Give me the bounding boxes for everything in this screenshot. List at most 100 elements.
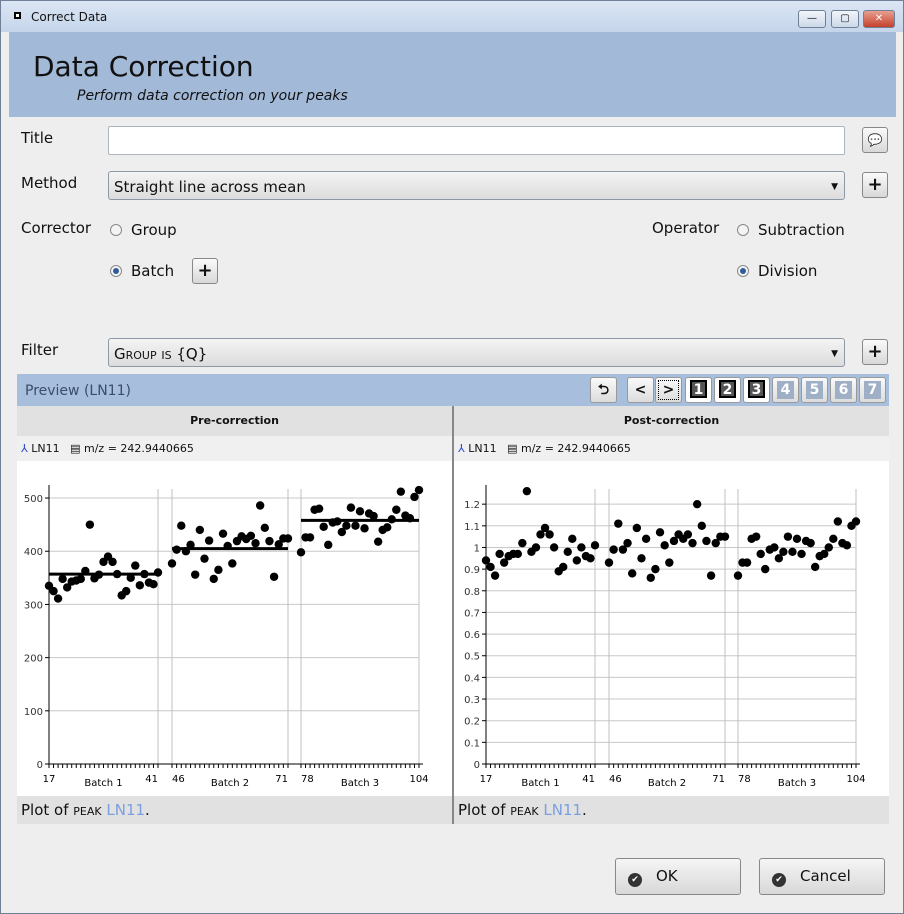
y-tick-label: 1.2 [464, 500, 480, 511]
data-point [177, 521, 186, 530]
data-point [112, 569, 122, 579]
radio-icon [737, 224, 749, 236]
data-point [314, 504, 324, 513]
panel-header: Post-correction [454, 406, 889, 436]
page-7-button[interactable]: 7 [859, 377, 886, 403]
data-point [720, 532, 730, 541]
chevron-down-icon: ▼ [831, 349, 838, 359]
data-point [126, 573, 135, 583]
data-point [76, 574, 85, 584]
data-point [414, 485, 424, 495]
data-point [333, 517, 342, 526]
data-point [246, 531, 256, 541]
data-point [251, 539, 260, 548]
x-tick-label: 78 [301, 774, 314, 785]
title-label: Title [21, 129, 54, 147]
peak-link[interactable]: LN11 [106, 801, 145, 819]
data-point [85, 520, 95, 529]
batch-label: Batch 2 [211, 778, 249, 789]
page-3-button[interactable]: 3 [743, 377, 770, 403]
data-point [490, 571, 500, 580]
maximize-button[interactable]: ▢ [831, 10, 859, 28]
add-corrector-button[interactable]: + [192, 258, 218, 284]
previous-button[interactable]: < [627, 377, 654, 403]
x-tick-label: 41 [582, 774, 595, 785]
x-tick-label: 46 [609, 774, 622, 785]
next-button[interactable]: > [655, 377, 682, 403]
peak-info: ⅄ LN11 ▤ m/z = 242.9440665 [454, 436, 889, 461]
add-method-button[interactable]: + [862, 172, 888, 198]
data-point [218, 529, 228, 538]
page-2-button[interactable]: 2 [714, 377, 741, 403]
peak-name: LN11 [31, 442, 60, 455]
data-point [108, 557, 117, 567]
data-point [204, 536, 214, 545]
page-5-button[interactable]: 5 [801, 377, 828, 403]
header-banner: Data Correction Perform data correction … [9, 32, 896, 117]
panel-header: Pre-correction [17, 406, 452, 436]
pre-correction-panel: Pre-correction ⅄ LN11 ▤ m/z = 242.944066… [17, 406, 452, 824]
data-point [351, 521, 360, 530]
data-point [761, 564, 770, 574]
y-tick-label: 0.7 [464, 608, 480, 619]
data-point [549, 543, 559, 552]
data-point [851, 517, 861, 526]
x-tick-label: 41 [145, 774, 158, 785]
corrector-radio-group[interactable]: Group [110, 221, 177, 239]
mz-icon: ▤ [507, 442, 518, 455]
peak-icon: ⅄ [458, 442, 465, 455]
preview-title: Preview (LN11) [25, 383, 131, 399]
data-point [806, 538, 815, 548]
minimize-button[interactable]: — [798, 10, 826, 28]
data-point [486, 562, 495, 572]
x-tick-label: 46 [172, 774, 185, 785]
data-point [131, 561, 140, 570]
page-6-button[interactable]: 6 [830, 377, 857, 403]
data-point [788, 547, 797, 556]
operator-radio-subtraction[interactable]: Subtraction [737, 221, 845, 239]
data-point [94, 570, 104, 579]
add-filter-button[interactable]: + [862, 339, 888, 365]
radio-selected-icon [110, 265, 122, 277]
close-button[interactable]: ✕ [863, 10, 895, 28]
data-point [683, 530, 693, 539]
data-point [149, 580, 158, 589]
title-input[interactable] [108, 126, 845, 155]
post-correction-panel: Post-correction ⅄ LN11 ▤ m/z = 242.94406… [454, 406, 889, 824]
radio-label: Subtraction [758, 221, 845, 239]
data-point [751, 532, 761, 541]
mz-value: m/z = 242.9440665 [84, 442, 194, 455]
page-4-button[interactable]: 4 [772, 377, 799, 403]
data-point [228, 559, 237, 568]
preview-toolbar: Preview (LN11) ⮌ < > 1 2 3 4 5 6 7 [17, 374, 889, 406]
batch-label: Batch 1 [521, 778, 559, 789]
data-point [706, 571, 716, 580]
data-point [296, 548, 306, 557]
page-subtitle: Perform data correction on your peaks [77, 88, 348, 104]
data-point [255, 501, 265, 510]
peak-link[interactable]: LN11 [543, 801, 582, 819]
comment-icon-button[interactable]: 💬 [862, 127, 888, 153]
data-point [396, 487, 406, 496]
data-point [833, 517, 843, 526]
page-1-button[interactable]: 1 [685, 377, 712, 403]
mz-icon: ▤ [70, 442, 81, 455]
operator-radio-division[interactable]: Division [737, 262, 817, 280]
data-point [577, 543, 586, 552]
filter-select[interactable]: Group is {Q} ▼ [108, 338, 845, 367]
data-point [305, 533, 315, 542]
data-point [563, 547, 572, 556]
data-point [742, 558, 752, 567]
method-select[interactable]: Straight line across mean ▼ [108, 171, 845, 200]
data-point [405, 514, 415, 523]
data-point [172, 545, 181, 554]
cancel-button[interactable]: ✔ Cancel [759, 858, 885, 895]
y-tick-label: 0.1 [464, 738, 480, 749]
data-point [609, 545, 618, 554]
corrector-radio-batch[interactable]: Batch [110, 262, 174, 280]
ok-button[interactable]: ✔ OK [615, 858, 741, 895]
peak-icon: ⅄ [21, 442, 28, 455]
popout-button[interactable]: ⮌ [590, 377, 617, 403]
y-tick-label: 1.1 [464, 522, 480, 533]
data-point [665, 558, 674, 567]
